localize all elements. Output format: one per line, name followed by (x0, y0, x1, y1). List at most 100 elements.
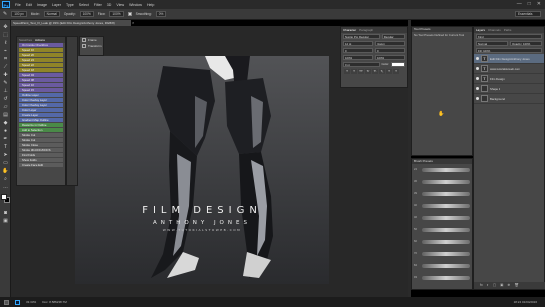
hand-tool-icon[interactable]: ✋ (2, 168, 9, 174)
action-item[interactable]: Speed 18 (19, 67, 63, 73)
font-size-field[interactable]: 12 pt (343, 41, 373, 46)
tab-character[interactable]: Character (343, 27, 356, 33)
leading-field[interactable]: (Auto) (375, 41, 405, 46)
props-row-transform[interactable]: Transform (80, 43, 103, 49)
vertical-scale-field[interactable]: 100% (343, 55, 373, 60)
text-color-swatch[interactable] (391, 62, 405, 67)
visibility-eye-icon[interactable] (476, 87, 479, 90)
tracking-field[interactable]: 0 (375, 48, 405, 53)
workspace-select[interactable]: Essentials (515, 11, 541, 17)
action-item[interactable]: Outline Layer (19, 92, 63, 98)
brush-tool-icon[interactable]: ✎ (2, 80, 9, 86)
path-select-tool-icon[interactable]: ➤ (2, 152, 9, 158)
brush-preset[interactable] (422, 204, 470, 208)
action-item[interactable]: Speed 16 (19, 47, 63, 53)
font-style-select[interactable]: Regular (381, 34, 405, 39)
menu-window[interactable]: Window (129, 3, 142, 7)
layer-footer-icon[interactable]: ▣ (500, 282, 503, 289)
menu-3d[interactable]: 3D (107, 3, 112, 7)
blend-mode-select[interactable]: Normal (476, 41, 508, 46)
crop-tool-icon[interactable]: ⌗ (2, 56, 9, 62)
layer-row[interactable]: Twww.tutorialstoweb.com (474, 64, 544, 74)
foreground-color-swatch[interactable] (1, 194, 7, 200)
gradient-tool-icon[interactable]: ▤ (2, 112, 9, 118)
action-item[interactable]: Stroke Cut (19, 132, 63, 137)
layer-filter-select[interactable]: Kind (476, 34, 542, 39)
mode-select[interactable]: Normal (43, 11, 60, 17)
typestyle-button[interactable]: T (344, 69, 350, 74)
typestyle-button[interactable]: TT (358, 69, 364, 74)
tab-close-icon[interactable]: × (132, 20, 134, 25)
action-item[interactable]: Stroke Close (19, 142, 63, 147)
dodge-tool-icon[interactable]: ● (2, 128, 9, 134)
layer-footer-icon[interactable]: ▢ (493, 282, 496, 289)
lasso-tool-icon[interactable]: ℓ (2, 40, 9, 46)
clone-stamp-tool-icon[interactable]: ⊥ (2, 88, 9, 94)
layer-footer-icon[interactable]: fx (480, 282, 483, 289)
tab-channels[interactable]: Channels (488, 27, 501, 33)
type-tool-icon[interactable]: T (2, 144, 9, 150)
maximize-icon[interactable]: □ (528, 1, 531, 7)
typestyle-button[interactable]: T (393, 69, 399, 74)
tab-paths[interactable]: Paths (504, 27, 512, 33)
action-item[interactable]: Color Overlay Layer (19, 102, 63, 107)
action-item[interactable]: Add to Selection (19, 127, 63, 132)
menu-image[interactable]: Image (37, 3, 47, 7)
minimize-icon[interactable]: — (517, 1, 522, 7)
layer-opacity-field[interactable]: Opacity: 100% (510, 41, 542, 46)
opacity-field[interactable]: 100% (79, 11, 94, 17)
tab-layers[interactable]: Layers (476, 27, 485, 33)
menu-filter[interactable]: Filter (94, 3, 102, 7)
action-item[interactable]: Speed 22 (19, 62, 63, 68)
menu-view[interactable]: View (116, 3, 124, 7)
menu-help[interactable]: Help (147, 3, 154, 7)
visibility-eye-icon[interactable] (476, 77, 479, 80)
typestyle-button[interactable]: Tr (365, 69, 371, 74)
eyedropper-tool-icon[interactable]: ⟋ (2, 64, 9, 70)
healing-tool-icon[interactable]: ✚ (2, 72, 9, 78)
menu-edit[interactable]: Edit (26, 3, 32, 7)
brush-size-field[interactable]: 100 px (11, 11, 27, 17)
smoothing-field[interactable]: 0% (155, 11, 167, 17)
pen-tool-icon[interactable]: ✒ (2, 136, 9, 142)
eraser-tool-icon[interactable]: ▱ (2, 104, 9, 110)
action-item[interactable]: Speed 15 (19, 87, 63, 93)
layer-footer-icon[interactable]: ⊕ (507, 282, 510, 289)
brush-preset[interactable] (422, 168, 470, 172)
layer-row[interactable]: Background (474, 94, 544, 104)
action-item[interactable]: Gradient Map Outline (19, 117, 63, 122)
layer-footer-icon[interactable]: 🗑 (514, 282, 518, 289)
brush-preset[interactable] (422, 228, 470, 232)
airbrush-checkbox[interactable] (127, 12, 132, 16)
action-item[interactable]: Color Layer (19, 107, 63, 112)
layer-footer-icon[interactable]: ◐ (487, 282, 489, 289)
action-item[interactable]: Speed 10 (19, 82, 63, 88)
layer-row[interactable]: Shape 1 (474, 84, 544, 94)
action-item[interactable]: Create Face Edit (19, 162, 63, 167)
brush-preset[interactable] (422, 264, 470, 268)
action-item[interactable]: Speed 08 (19, 77, 63, 83)
brush-preset[interactable] (422, 240, 470, 244)
baseline-shift-field[interactable]: 0 pt (343, 62, 380, 67)
more-tools-icon[interactable]: … (2, 184, 9, 190)
history-brush-tool-icon[interactable]: ↺ (2, 96, 9, 102)
menu-select[interactable]: Select (79, 3, 89, 7)
action-item[interactable]: Speed 24 (19, 57, 63, 63)
shape-tool-icon[interactable]: ▭ (2, 160, 9, 166)
kerning-field[interactable]: 0 (343, 48, 373, 53)
typestyle-button[interactable]: T (351, 69, 357, 74)
action-item[interactable]: Show Folds (19, 157, 63, 162)
layer-fill-field[interactable]: Fill: 100% (476, 48, 542, 53)
menu-file[interactable]: File (15, 3, 21, 7)
visibility-eye-icon[interactable] (476, 67, 479, 70)
action-item[interactable]: Stroke Cut (19, 137, 63, 142)
tab-paragraph[interactable]: Paragraph (359, 27, 373, 33)
document-canvas[interactable]: FILM DESIGN ANTHONY JONES WWW.TUTORIALST… (75, 56, 329, 284)
brush-preset[interactable] (422, 276, 470, 280)
marquee-tool-icon[interactable]: ⬚ (2, 32, 9, 38)
move-tool-icon[interactable]: ✥ (2, 24, 9, 30)
flow-field[interactable]: 100% (109, 11, 124, 17)
typestyle-button[interactable]: T¹ (372, 69, 378, 74)
photoshop-task-icon[interactable] (15, 299, 20, 305)
brush-preset[interactable] (422, 192, 470, 196)
